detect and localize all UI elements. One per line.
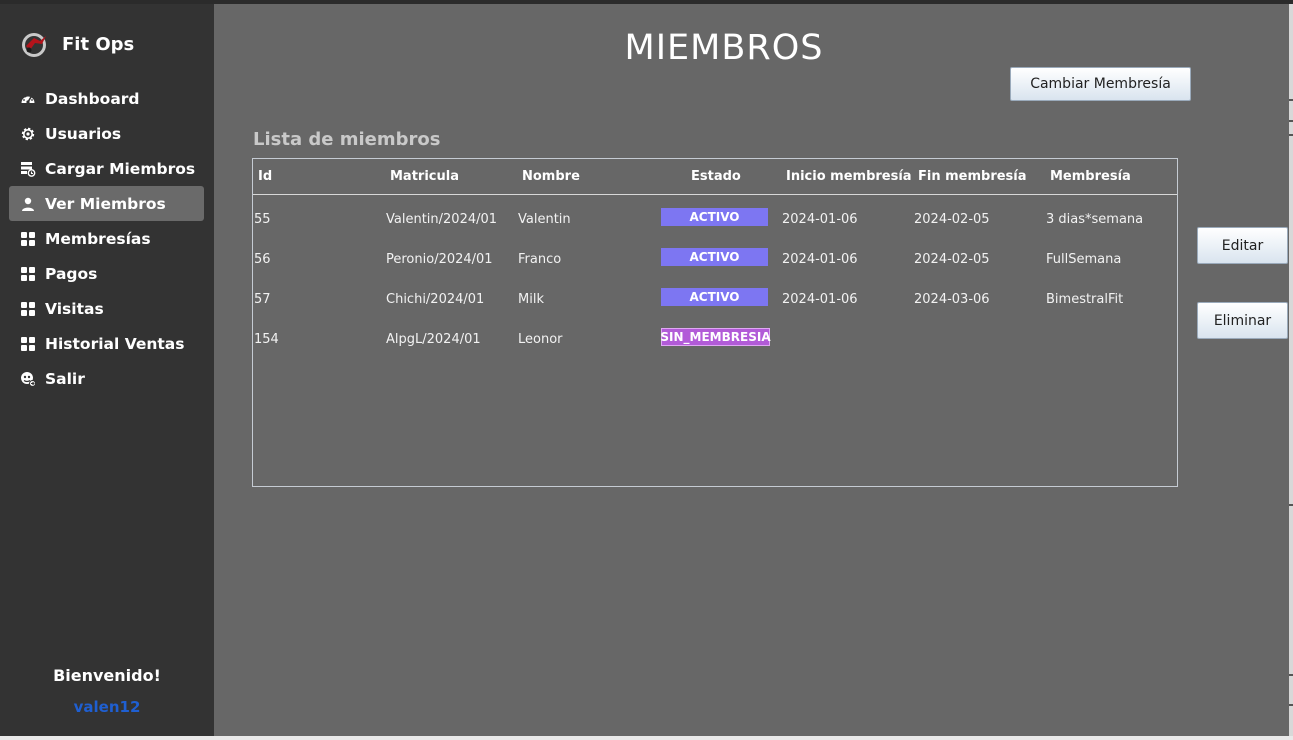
cell-nombre: Leonor [518, 332, 563, 347]
section-label: Lista de miembros [253, 129, 441, 150]
cell-membresia: BimestralFit [1046, 292, 1124, 307]
table-row[interactable]: 55 Valentin/2024/01 Valentin ACTIVO 2024… [253, 199, 1177, 239]
cell-id: 55 [254, 212, 271, 227]
table-row[interactable]: 56 Peronio/2024/01 Franco ACTIVO 2024-01… [253, 239, 1177, 279]
sidebar-item-ver-miembros[interactable]: Ver Miembros [9, 186, 204, 221]
column-header-membresia[interactable]: Membresía [1050, 169, 1131, 184]
sidebar-item-label: Membresías [45, 229, 151, 248]
cell-fin: 2024-03-06 [914, 292, 990, 307]
cell-id: 154 [254, 332, 279, 347]
sidebar-item-historial-ventas[interactable]: Historial Ventas [9, 326, 204, 361]
cell-id: 57 [254, 292, 271, 307]
cell-matricula: AlpgL/2024/01 [386, 332, 481, 347]
editar-button[interactable]: Editar [1197, 227, 1288, 264]
upload-list-icon [21, 161, 36, 177]
cell-inicio: 2024-01-06 [782, 252, 858, 267]
welcome-text: Bienvenido! [53, 666, 161, 685]
sidebar-item-dashboard[interactable]: Dashboard [9, 81, 204, 116]
cell-fin: 2024-02-05 [914, 252, 990, 267]
edge-mark [1289, 674, 1293, 676]
column-header-fin[interactable]: Fin membresía [918, 169, 1027, 184]
app-title: Fit Ops [62, 33, 135, 55]
sidebar-item-pagos[interactable]: Pagos [9, 256, 204, 291]
table-row[interactable]: 154 AlpgL/2024/01 Leonor SIN_MEMBRESIA [253, 319, 1177, 359]
cell-matricula: Peronio/2024/01 [386, 252, 493, 267]
cell-nombre: Milk [518, 292, 544, 307]
page-title: MIEMBROS [624, 28, 824, 68]
grid-icon [21, 301, 35, 316]
edge-mark [1289, 99, 1293, 101]
dashboard-gauge-icon [21, 95, 35, 104]
column-header-nombre[interactable]: Nombre [522, 169, 580, 184]
grid-icon [21, 231, 35, 246]
edge-mark [1289, 704, 1293, 706]
eliminar-button[interactable]: Eliminar [1197, 302, 1288, 339]
app-logo-icon [22, 33, 46, 57]
user-icon [22, 197, 34, 211]
window-bottom-edge [0, 736, 1293, 740]
column-header-estado[interactable]: Estado [691, 169, 741, 184]
brand: Fit Ops [20, 30, 134, 58]
column-header-inicio[interactable]: Inicio membresía [786, 169, 912, 184]
logout-icon [21, 371, 36, 387]
sidebar-item-label: Ver Miembros [45, 194, 166, 213]
table-header: Id Matricula Nombre Estado Inicio membre… [253, 159, 1177, 195]
cell-nombre: Valentin [518, 212, 571, 227]
cell-membresia: 3 dias*semana [1046, 212, 1144, 227]
sidebar-item-membresias[interactable]: Membresías [9, 221, 204, 256]
sidebar-item-salir[interactable]: Salir [9, 361, 204, 396]
sidebar-item-cargar-miembros[interactable]: Cargar Miembros [9, 151, 204, 186]
status-badge: ACTIVO [661, 288, 768, 306]
cell-membresia: FullSemana [1046, 252, 1122, 267]
cambiar-membresia-button[interactable]: Cambiar Membresía [1010, 67, 1191, 101]
sidebar-item-label: Cargar Miembros [45, 159, 196, 178]
edge-mark [1289, 504, 1293, 506]
cell-matricula: Chichi/2024/01 [386, 292, 485, 307]
sidebar-item-label: Dashboard [45, 89, 140, 108]
cell-fin: 2024-02-05 [914, 212, 990, 227]
sidebar-item-label: Usuarios [45, 124, 122, 143]
sidebar: Fit Ops Dashboard Usuarios Cargar Miembr… [0, 4, 214, 736]
status-badge: SIN_MEMBRESIA [660, 328, 771, 346]
window-right-edge [1289, 4, 1293, 736]
status-badge: ACTIVO [661, 248, 768, 266]
sidebar-item-label: Historial Ventas [45, 334, 185, 353]
gear-icon [21, 127, 35, 140]
main-panel: MIEMBROS Cambiar Membresía Lista de miem… [214, 4, 1289, 736]
column-header-id[interactable]: Id [258, 169, 272, 184]
edge-mark [1289, 134, 1293, 136]
grid-icon [21, 336, 35, 351]
username-label: valen12 [73, 698, 141, 716]
sidebar-item-label: Pagos [45, 264, 98, 283]
cell-inicio: 2024-01-06 [782, 212, 858, 227]
sidebar-item-label: Visitas [45, 299, 104, 318]
edge-mark [1289, 120, 1293, 122]
members-table[interactable]: Id Matricula Nombre Estado Inicio membre… [252, 158, 1178, 487]
sidebar-item-label: Salir [45, 369, 85, 388]
column-header-matricula[interactable]: Matricula [390, 169, 459, 184]
sidebar-nav: Dashboard Usuarios Cargar Miembros Ver M… [9, 81, 204, 396]
cell-inicio: 2024-01-06 [782, 292, 858, 307]
cell-matricula: Valentin/2024/01 [386, 212, 498, 227]
cell-nombre: Franco [518, 252, 562, 267]
sidebar-item-usuarios[interactable]: Usuarios [9, 116, 204, 151]
cell-id: 56 [254, 252, 271, 267]
table-row[interactable]: 57 Chichi/2024/01 Milk ACTIVO 2024-01-06… [253, 279, 1177, 319]
status-badge: ACTIVO [661, 208, 768, 226]
sidebar-item-visitas[interactable]: Visitas [9, 291, 204, 326]
grid-icon [21, 266, 35, 281]
